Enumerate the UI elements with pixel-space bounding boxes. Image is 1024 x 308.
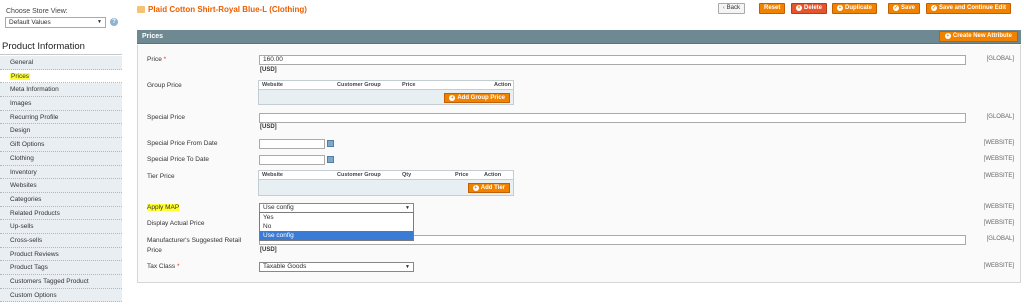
tab-websites[interactable]: Websites	[0, 179, 122, 193]
apply-map-scope: [WEBSITE]	[983, 204, 1014, 210]
tab-images[interactable]: Images	[0, 97, 122, 111]
product-icon	[137, 6, 145, 13]
tab-gift-options[interactable]: Gift Options	[0, 138, 122, 152]
display-actual-price-label: Display Actual Price	[147, 220, 205, 227]
tax-class-scope: [WEBSITE]	[983, 263, 1014, 269]
create-new-attribute-button[interactable]: + Create New Attribute	[938, 31, 1018, 42]
msrp-label: Manufacturer's Suggested Retail Price	[147, 237, 242, 254]
back-arrow-icon: ‹	[723, 5, 725, 11]
special-to-label: Special Price To Date	[147, 156, 210, 163]
plus-icon: +	[944, 33, 951, 39]
add-group-price-button[interactable]: + Add Group Price	[444, 93, 510, 103]
panel-title: Prices	[142, 33, 164, 40]
tab-customers-tagged-product[interactable]: Customers Tagged Product	[0, 275, 122, 289]
tax-class-select[interactable]: Taxable Goods ▼	[259, 262, 414, 272]
store-view-value: Default Values	[9, 19, 51, 26]
delete-button[interactable]: × Delete	[791, 3, 828, 14]
tab-product-tags[interactable]: Product Tags	[0, 261, 122, 275]
calendar-icon[interactable]	[327, 140, 334, 147]
tab-inventory[interactable]: Inventory	[0, 165, 122, 180]
tab-prices[interactable]: Prices	[0, 69, 122, 84]
tier-price-label: Tier Price	[147, 173, 175, 180]
tab-cross-sells[interactable]: Cross-sells	[0, 233, 122, 248]
store-view-label: Choose Store View:	[6, 8, 68, 15]
price-currency: [USD]	[260, 67, 277, 73]
special-from-scope: [WEBSITE]	[983, 140, 1014, 146]
group-price-grid: Website Customer Group Price Action + Add…	[258, 80, 514, 105]
tier-price-grid-header: Website Customer Group Qty Price Action	[259, 171, 513, 180]
option-use-config[interactable]: Use config	[260, 231, 413, 240]
chevron-down-icon: ▼	[405, 264, 410, 270]
apply-map-dropdown: Yes No Use config	[259, 212, 414, 241]
group-price-label: Group Price	[147, 82, 182, 89]
check-icon: ✓	[893, 5, 899, 11]
tab-clothing[interactable]: Clothing	[0, 151, 122, 166]
tab-design[interactable]: Design	[0, 124, 122, 139]
msrp-currency: [USD]	[260, 247, 277, 253]
plus-icon: +	[449, 95, 456, 101]
tab-recurring-profile[interactable]: Recurring Profile	[0, 110, 122, 125]
add-tier-button[interactable]: + Add Tier	[467, 183, 510, 193]
price-scope: [GLOBAL]	[986, 56, 1014, 62]
apply-map-label: Apply MAP	[147, 204, 180, 211]
group-price-grid-header: Website Customer Group Price Action	[259, 81, 513, 90]
delete-icon: ×	[796, 5, 802, 11]
prices-panel-header: Prices + Create New Attribute	[137, 30, 1021, 44]
tier-price-grid: Website Customer Group Qty Price Action …	[258, 170, 514, 196]
back-button[interactable]: ‹ Back	[718, 3, 746, 14]
reset-button[interactable]: Reset	[759, 3, 786, 14]
tab-categories[interactable]: Categories	[0, 192, 122, 207]
special-price-input[interactable]	[259, 113, 966, 123]
tab-related-products[interactable]: Related Products	[0, 206, 122, 221]
price-input[interactable]: 160.00	[259, 55, 966, 65]
special-price-scope: [GLOBAL]	[986, 114, 1014, 120]
save-button[interactable]: ✓ Save	[888, 3, 921, 14]
option-yes[interactable]: Yes	[260, 213, 413, 222]
tier-price-scope: [WEBSITE]	[983, 173, 1014, 179]
chevron-down-icon: ▼	[405, 205, 410, 211]
display-actual-price-scope: [WEBSITE]	[983, 220, 1014, 226]
sidebar: Choose Store View: Default Values ▼ ? Pr…	[0, 0, 122, 308]
page-title: Plaid Cotton Shirt-Royal Blue-L (Clothin…	[137, 5, 307, 14]
special-from-input[interactable]	[259, 139, 325, 149]
special-to-input[interactable]	[259, 155, 325, 165]
plus-icon: +	[472, 185, 479, 191]
store-view-select[interactable]: Default Values ▼	[5, 17, 106, 28]
check-icon: ✓	[931, 5, 937, 11]
product-tabs: General Prices Meta Information Images R…	[0, 56, 122, 303]
calendar-icon[interactable]	[327, 156, 334, 163]
option-no[interactable]: No	[260, 222, 413, 231]
plus-icon: +	[837, 5, 843, 11]
tab-meta-information[interactable]: Meta Information	[0, 83, 122, 98]
special-price-currency: [USD]	[260, 124, 277, 130]
price-label: Price *	[147, 56, 167, 63]
tab-general[interactable]: General	[0, 56, 122, 70]
help-icon[interactable]: ?	[110, 18, 118, 26]
tab-up-sells[interactable]: Up-sells	[0, 220, 122, 234]
special-from-label: Special Price From Date	[147, 140, 218, 147]
special-price-label: Special Price	[147, 114, 185, 121]
duplicate-button[interactable]: + Duplicate	[832, 3, 878, 14]
product-information-title: Product Information	[0, 39, 122, 55]
chevron-down-icon: ▼	[97, 19, 102, 25]
special-to-scope: [WEBSITE]	[983, 156, 1014, 162]
msrp-scope: [GLOBAL]	[986, 236, 1014, 242]
tax-class-label: Tax Class *	[147, 263, 180, 270]
save-continue-button[interactable]: ✓ Save and Continue Edit	[926, 3, 1012, 14]
tab-custom-options[interactable]: Custom Options	[0, 288, 122, 303]
tab-product-reviews[interactable]: Product Reviews	[0, 247, 122, 262]
